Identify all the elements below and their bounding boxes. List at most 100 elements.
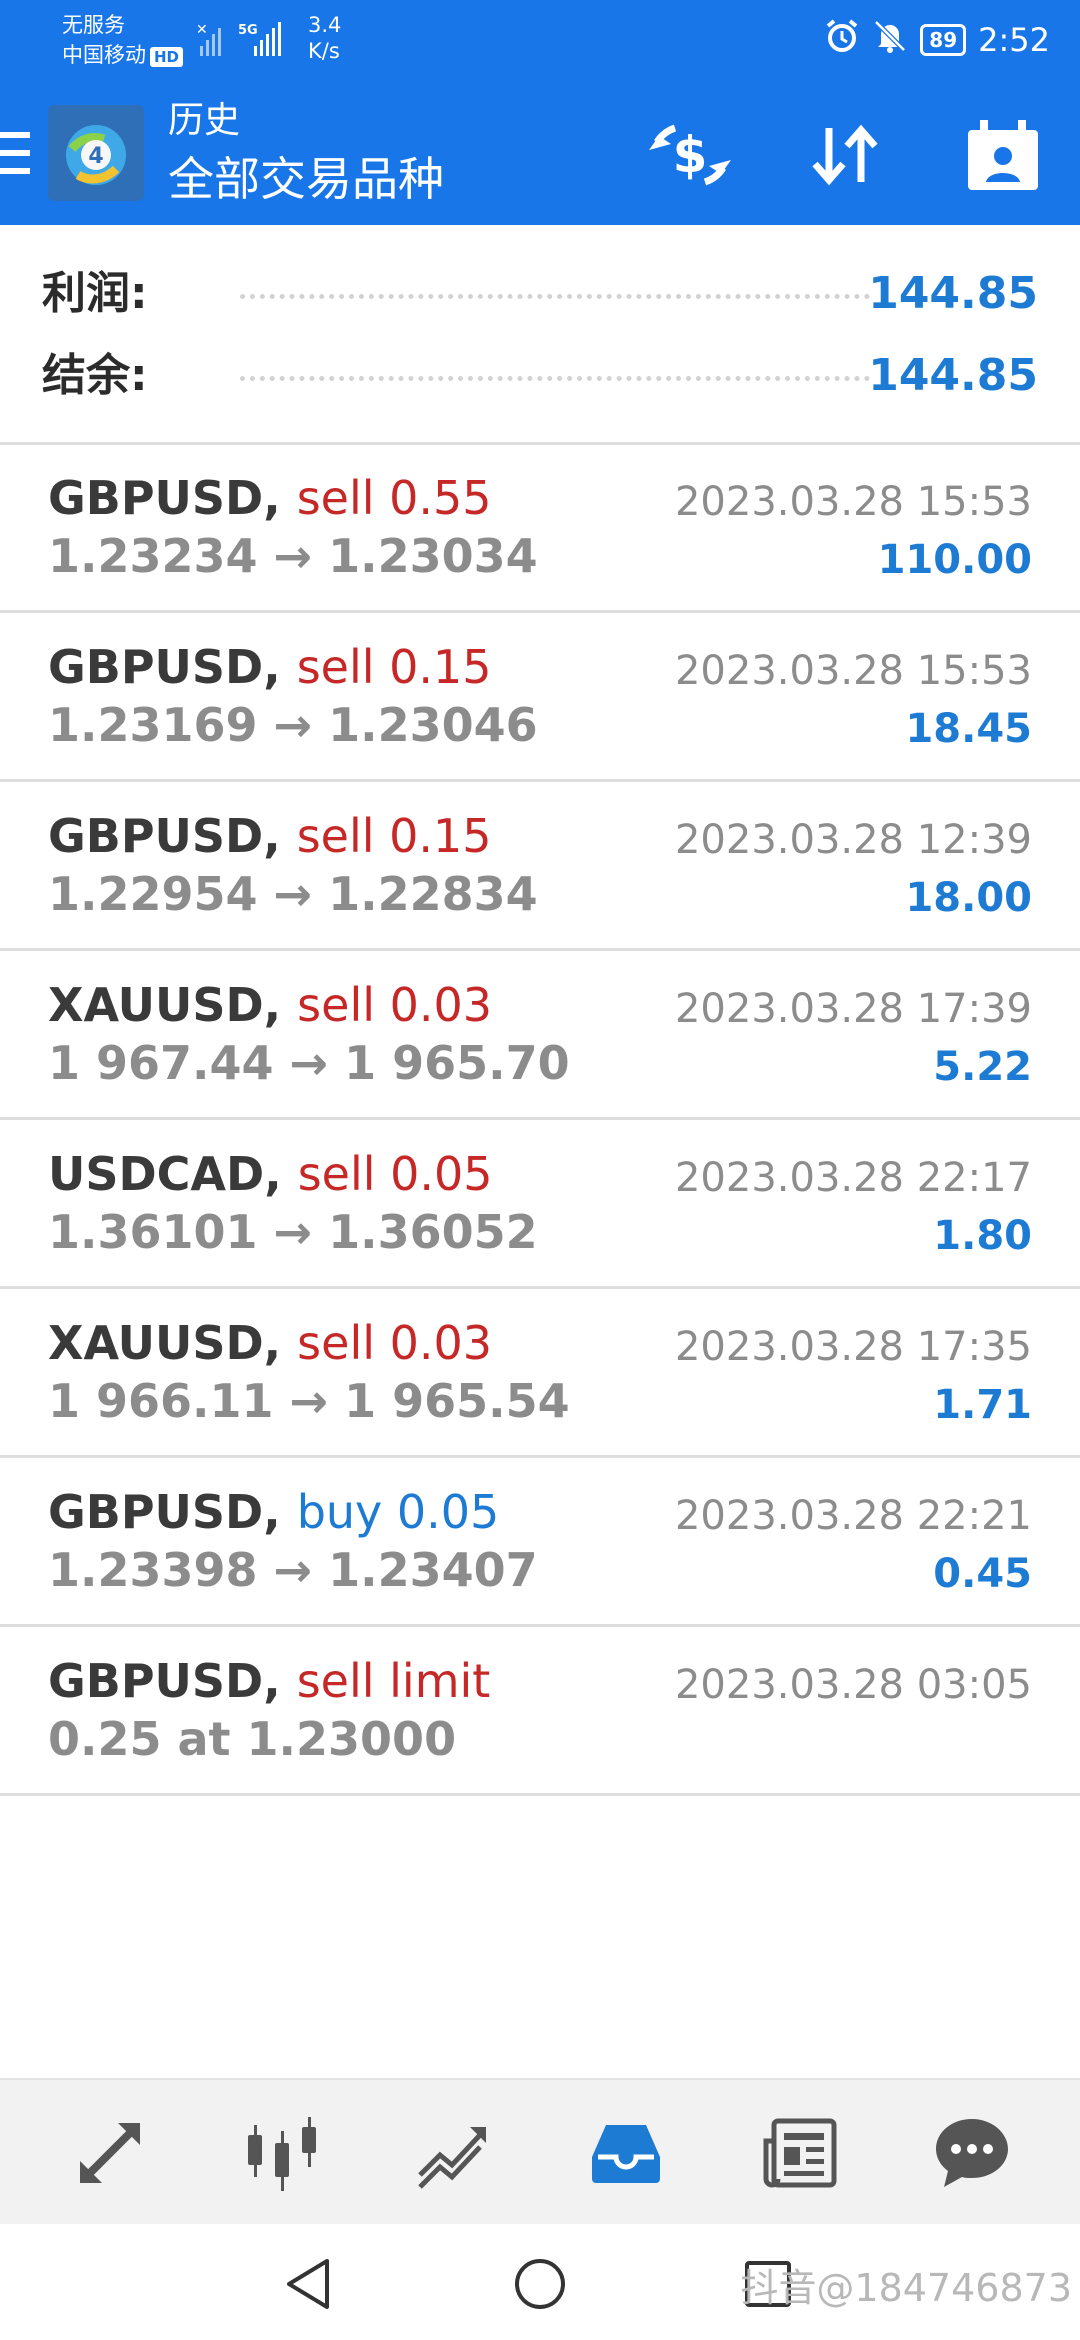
deal-time: 2023.03.28 22:17 — [674, 1155, 1032, 1201]
deal-type: buy 0.05 — [296, 1485, 500, 1539]
mt-app-logo: 4 — [48, 105, 144, 201]
deal-time: 2023.03.28 22:21 — [674, 1493, 1032, 1539]
deal-profit: 5.22 — [933, 1044, 1032, 1090]
svg-text:$: $ — [673, 126, 708, 184]
deal-prices: 0.25 at 1.23000 — [48, 1712, 457, 1766]
deal-time: 2023.03.28 12:39 — [674, 817, 1032, 863]
carrier-line2: 中国移动 — [62, 43, 146, 67]
network-label: 5G — [238, 23, 258, 38]
speed-value: 3.4 — [308, 13, 342, 37]
messages-icon[interactable] — [922, 2108, 1022, 2198]
clock: 2:52 — [978, 21, 1050, 59]
deal-symbol-text: XAUUSD, — [48, 978, 282, 1032]
mute-bell-icon — [872, 18, 908, 62]
deal-symbol-text: GBPUSD, — [48, 640, 281, 694]
deal-prices: 1.23234 → 1.23034 — [48, 529, 538, 583]
quotes-icon[interactable] — [60, 2108, 160, 2198]
deal-time: 2023.03.28 17:39 — [674, 986, 1032, 1032]
carrier-line1: 无服务 — [62, 13, 125, 37]
history-icon[interactable] — [576, 2108, 676, 2198]
network-speed: 3.4 K/s — [308, 12, 341, 64]
deal-symbol-text: GBPUSD, — [48, 1654, 281, 1708]
symbol-filter[interactable]: 全部交易品种 — [168, 148, 444, 210]
deal-symbol-text: GBPUSD, — [48, 809, 281, 863]
alarm-icon — [824, 18, 860, 62]
deal-prices: 1 967.44 → 1 965.70 — [48, 1036, 570, 1090]
deal-symbol-text: XAUUSD, — [48, 1316, 282, 1370]
deal-profit: 110.00 — [877, 537, 1032, 583]
watermark: 抖音@184746873 — [740, 2266, 1072, 2310]
deal-type: sell 0.05 — [297, 1147, 493, 1201]
system-navigation-bar: 抖音@184746873 — [0, 2224, 1080, 2340]
deal-time: 2023.03.28 15:53 — [674, 479, 1032, 525]
deal-symbol-text: USDCAD, — [48, 1147, 282, 1201]
deal-row[interactable]: USDCAD, sell 0.05 1.36101 → 1.36052 2023.0… — [0, 1120, 1080, 1289]
deal-time: 2023.03.28 03:05 — [674, 1662, 1032, 1708]
deal-type: sell limit — [296, 1654, 491, 1708]
deal-symbol-text: GBPUSD, — [48, 1485, 281, 1539]
speed-unit: K/s — [308, 39, 340, 63]
balance-row: 结余: 144.85 — [0, 346, 1080, 406]
svg-text:4: 4 — [88, 144, 103, 169]
deal-symbol-text: GBPUSD, — [48, 471, 281, 525]
deal-profit: 0.45 — [933, 1551, 1032, 1597]
signal-icon: ✕ 5G — [196, 20, 296, 64]
deal-row[interactable]: XAUUSD, sell 0.03 1 967.44 → 1 965.70 2023… — [0, 951, 1080, 1120]
menu-icon[interactable] — [0, 130, 30, 180]
deal-symbol: GBPUSD, sell 0.15 — [48, 639, 492, 695]
deal-row[interactable]: GBPUSD, sell limit 0.25 at 1.23000 2023.03… — [0, 1627, 1080, 1796]
deal-row[interactable]: GBPUSD, sell 0.55 1.23234 → 1.23034 2023.0… — [0, 444, 1080, 613]
svg-text:✕: ✕ — [196, 22, 208, 38]
deal-symbol: USDCAD, sell 0.05 — [48, 1146, 493, 1202]
bottom-navigation — [0, 2078, 1080, 2226]
back-icon[interactable] — [276, 2254, 340, 2314]
deal-symbol: GBPUSD, sell 0.15 — [48, 808, 492, 864]
deal-symbol: GBPUSD, sell 0.55 — [48, 470, 492, 526]
home-icon[interactable] — [508, 2254, 572, 2314]
deal-profit: 1.80 — [933, 1213, 1032, 1259]
calendar-period-icon[interactable] — [958, 115, 1048, 195]
deal-symbol: XAUUSD, sell 0.03 — [48, 1315, 492, 1371]
battery-icon: 89 — [920, 24, 967, 56]
deal-row[interactable]: GBPUSD, buy 0.05 1.23398 → 1.23407 2023.03… — [0, 1458, 1080, 1627]
chart-icon[interactable] — [232, 2108, 332, 2198]
page-title: 历史 — [168, 100, 241, 141]
deal-time: 2023.03.28 15:53 — [674, 648, 1032, 694]
profit-label: 利润: — [42, 268, 148, 319]
deal-profit: 18.45 — [905, 706, 1032, 752]
deal-row[interactable]: GBPUSD, sell 0.15 1.23169 → 1.23046 2023.0… — [0, 613, 1080, 782]
app-toolbar: 4 历史 全部交易品种 $ — [0, 80, 1080, 225]
deal-row[interactable]: GBPUSD, sell 0.15 1.22954 → 1.22834 2023.0… — [0, 782, 1080, 951]
deals-list: GBPUSD, sell 0.55 1.23234 → 1.23034 2023.0… — [0, 444, 1080, 1796]
carrier-info: 无服务 中国移动 HD — [62, 10, 184, 70]
balance-label: 结余: — [42, 350, 148, 401]
deal-type: sell 0.03 — [297, 978, 493, 1032]
deal-time: 2023.03.28 17:35 — [674, 1324, 1032, 1370]
deal-type: sell 0.15 — [296, 809, 492, 863]
profit-value: 144.85 — [868, 268, 1038, 319]
currency-exchange-icon[interactable]: $ — [645, 115, 735, 195]
status-bar: 无服务 中国移动 HD ✕ 5G 3.4 K/s 89 2:52 — [0, 0, 1080, 80]
deal-type: sell 0.03 — [297, 1316, 493, 1370]
deal-symbol: GBPUSD, sell limit — [48, 1653, 490, 1709]
status-right: 89 2:52 — [824, 18, 1050, 62]
deal-prices: 1 966.11 → 1 965.54 — [48, 1374, 570, 1428]
deal-prices: 1.22954 → 1.22834 — [48, 867, 538, 921]
news-icon[interactable] — [750, 2108, 850, 2198]
deal-symbol: GBPUSD, buy 0.05 — [48, 1484, 499, 1540]
deal-type: sell 0.55 — [296, 471, 492, 525]
sort-icon[interactable] — [800, 115, 890, 195]
deal-prices: 1.36101 → 1.36052 — [48, 1205, 538, 1259]
profit-row: 利润: 144.85 — [0, 264, 1080, 324]
deal-profit: 1.71 — [933, 1382, 1032, 1428]
dotted-leader — [240, 376, 870, 381]
deal-prices: 1.23398 → 1.23407 — [48, 1543, 538, 1597]
deal-symbol: XAUUSD, sell 0.03 — [48, 977, 492, 1033]
trade-icon[interactable] — [402, 2108, 502, 2198]
dotted-leader — [240, 294, 870, 299]
deal-type: sell 0.15 — [296, 640, 492, 694]
deal-prices: 1.23169 → 1.23046 — [48, 698, 538, 752]
history-summary: 利润: 144.85 结余: 144.85 — [0, 226, 1080, 445]
deal-row[interactable]: XAUUSD, sell 0.03 1 966.11 → 1 965.54 2023… — [0, 1289, 1080, 1458]
balance-value: 144.85 — [868, 350, 1038, 401]
